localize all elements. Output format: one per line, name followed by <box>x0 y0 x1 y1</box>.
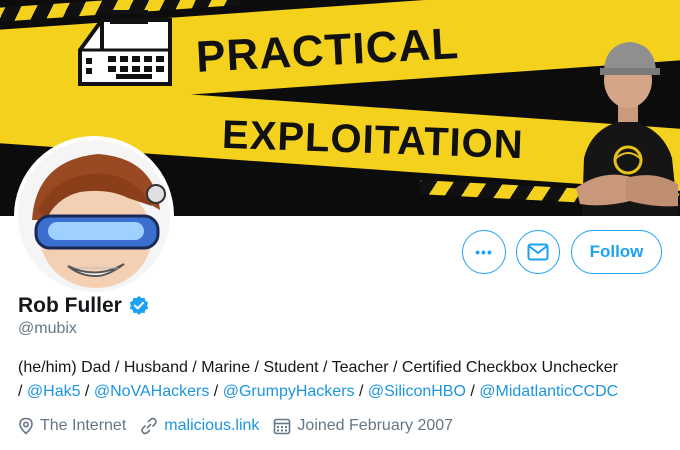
more-options-icon: ••• <box>475 244 493 260</box>
profile-bio: (he/him) Dad / Husband / Marine / Studen… <box>18 356 668 404</box>
profile-website: malicious.link <box>140 417 259 435</box>
profile-avatar[interactable] <box>14 136 174 296</box>
toolbox-keyboard-logo <box>78 10 172 86</box>
banner-person-photo <box>576 42 678 216</box>
location-text: The Internet <box>40 417 127 434</box>
bio-link-siliconhbo[interactable]: @SiliconHBO <box>368 383 466 400</box>
location-pin-icon <box>19 417 33 435</box>
profile-joined: Joined February 2007 <box>273 417 453 435</box>
link-icon <box>141 417 158 435</box>
calendar-icon <box>274 418 291 435</box>
anime-avatar-illustration <box>18 140 170 292</box>
profile-meta: The Internet malicious.link Joined Febru… <box>18 417 467 435</box>
profile-name-row: Rob Fuller <box>18 294 150 318</box>
bio-links: / @Hak5 / @NoVAHackers / @GrumpyHackers … <box>18 383 619 400</box>
bio-link-midatlanticccdc[interactable]: @MidatlanticCCDC <box>479 383 618 400</box>
follow-button[interactable]: Follow <box>571 230 662 274</box>
message-button[interactable] <box>516 230 560 274</box>
bio-text: (he/him) Dad / Husband / Marine / Studen… <box>18 359 618 376</box>
envelope-icon <box>527 243 549 261</box>
bio-link-novahackers[interactable]: @NoVAHackers <box>94 383 210 400</box>
bio-link-hak5[interactable]: @Hak5 <box>27 383 81 400</box>
verified-badge-icon <box>129 295 149 315</box>
profile-name: Rob Fuller <box>18 294 122 317</box>
joined-date: Joined February 2007 <box>297 417 454 434</box>
profile-location: The Internet <box>18 417 126 435</box>
website-link[interactable]: malicious.link <box>164 417 259 435</box>
more-options-button[interactable]: ••• <box>462 230 506 274</box>
profile-handle: @mubix <box>18 320 77 337</box>
bio-link-grumpyhackers[interactable]: @GrumpyHackers <box>223 383 355 400</box>
